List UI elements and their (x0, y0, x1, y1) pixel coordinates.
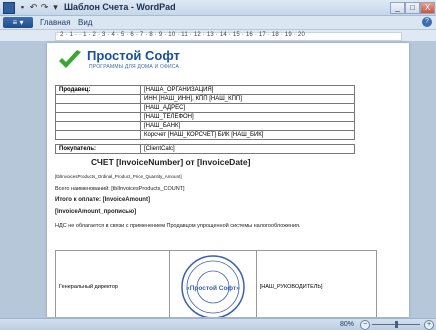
save-icon[interactable]: ▪ (18, 2, 27, 12)
vat-note: НДС не облагается в связи с применением … (55, 223, 301, 229)
title-bar: ▪ ↶ ↷ ▾ Шаблон Счета - WordPad _ □ X (0, 0, 436, 16)
tab-view[interactable]: Вид (78, 17, 92, 28)
seller-line: ИНН [НАШ_ИНН], КПП [НАШ_КПП] (140, 94, 355, 104)
signature-table: Генеральный директор «Простой Софт» [НАШ… (55, 250, 378, 317)
zoom-level: 80% (340, 321, 355, 328)
maximize-button[interactable]: □ (405, 2, 420, 14)
seller-line: [НАШ_ТЕЛЕФОН] (140, 112, 355, 122)
company-stamp-icon: «Простой Софт» (180, 255, 245, 317)
ruler-ticks: · 2 · 1 · · 1 · 2 · 3 · 4 · 5 · 6 · 7 · … (56, 32, 305, 38)
seller-line: [НАШ_АДРЕС] (140, 103, 355, 113)
seller-line: [НАША_ОРГАНИЗАЦИЯ] (140, 85, 355, 95)
brand-tagline: ПРОГРАММЫ ДЛЯ ДОМА И ОФИСА (89, 64, 180, 70)
wordpad-icon[interactable] (3, 2, 15, 14)
invoice-title: СЧЕТ [InvoiceNumber] от [InvoiceDate] (91, 157, 251, 167)
seller-label: Продавец: (55, 85, 141, 95)
amount-in-words-line: [InvoiceAmount_прописью] (55, 209, 137, 215)
products-placeholder: [tblInvoicesProducts_Ordinal_Product_Pri… (55, 174, 182, 179)
manager-name: [НАШ_РУКОВОДИТЕЛЬ] (255, 250, 378, 317)
seller-line: [НАШ_БАНК] (140, 121, 355, 131)
zoom-slider-thumb[interactable] (395, 321, 398, 328)
director-position: Генеральный директор (55, 250, 170, 317)
stamp-text: «Простой Софт» (186, 284, 240, 292)
minimize-button[interactable]: _ (390, 2, 405, 14)
help-icon[interactable]: ? (422, 17, 432, 27)
brand-name: Простой Софт (87, 48, 180, 63)
items-count-line: Всего наименований: [tblInvoicesProducts… (55, 186, 185, 192)
redo-icon[interactable]: ↷ (40, 2, 49, 12)
checkmark-logo-icon (59, 50, 81, 68)
parties-table: Продавец: [НАША_ОРГАНИЗАЦИЯ] ИНН [НАШ_ИН… (55, 85, 355, 154)
undo-icon[interactable]: ↶ (29, 2, 38, 12)
close-button[interactable]: X (420, 2, 435, 14)
buyer-value: [ClientCalc] (140, 144, 355, 154)
quick-access-dropdown-icon[interactable]: ▾ (51, 2, 60, 12)
seller-line: Корсчет [НАШ_КОРСЧЕТ] БИК [НАШ_БИК] (140, 130, 355, 140)
tab-home[interactable]: Главная (40, 17, 70, 28)
ribbon-tab-row: ≡ ▾ Главная Вид ? (0, 16, 436, 29)
status-bar: 80% − + (0, 318, 436, 330)
window-title: Шаблон Счета - WordPad (64, 2, 176, 12)
total-line: Итого к оплате: [InvoiceAmount] (55, 197, 150, 203)
document-page[interactable]: Простой Софт ПРОГРАММЫ ДЛЯ ДОМА И ОФИСА … (47, 43, 409, 317)
ruler[interactable]: · 2 · 1 · · 1 · 2 · 3 · 4 · 5 · 6 · 7 · … (0, 30, 436, 42)
app-menu-button[interactable]: ≡ ▾ (3, 17, 33, 28)
stamp-cell: «Простой Софт» (168, 250, 257, 317)
buyer-label: Покупатель: (55, 144, 141, 154)
